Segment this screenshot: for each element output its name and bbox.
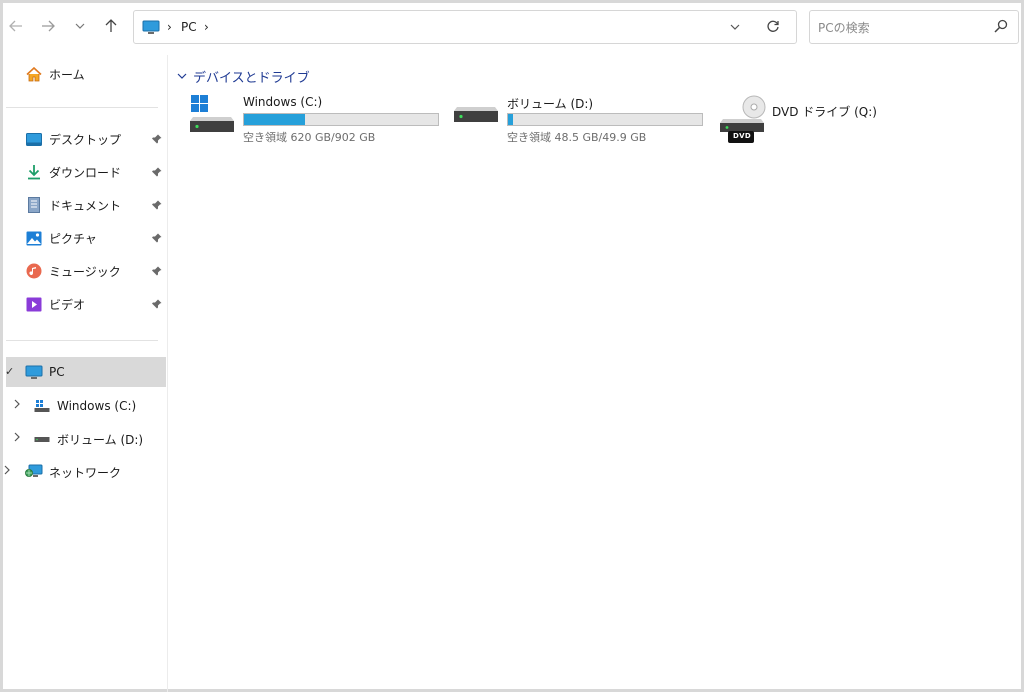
back-arrow-icon[interactable] [5, 15, 27, 37]
sidebar-item-desktop[interactable]: デスクトップ [6, 124, 166, 154]
sidebar-item-label: PC [49, 365, 65, 379]
pin-icon[interactable] [152, 298, 162, 312]
sidebar-item-pictures[interactable]: ピクチャ [6, 223, 166, 253]
expand-chevron-right-icon[interactable] [4, 465, 11, 478]
network-icon [25, 463, 43, 481]
desktop-icon [25, 130, 43, 148]
content-pane: デバイスとドライブ Windows (C:) 空き領域 620 GB/902 G… [169, 55, 1021, 692]
pin-icon[interactable] [152, 232, 162, 246]
pin-icon[interactable] [152, 166, 162, 180]
pictures-icon [25, 229, 43, 247]
sidebar-item-label: ネットワーク [49, 465, 122, 480]
video-icon [25, 295, 43, 313]
home-icon [25, 65, 43, 83]
drive-free-space: 空き領域 620 GB/902 GB [243, 131, 376, 144]
sidebar-item-music[interactable]: ミュージック [6, 256, 166, 286]
drive-usage-fill [244, 114, 305, 125]
drive-tile-dvd-q[interactable]: DVD DVD ドライブ (Q:) [719, 93, 919, 147]
expand-chevron-right-icon[interactable] [14, 432, 21, 445]
drive-usage-bar [243, 113, 439, 126]
drive-name: Windows (C:) [243, 95, 323, 109]
sidebar-item-pc[interactable]: ✓ PC [5, 357, 166, 387]
dvd-badge: DVD [733, 132, 751, 140]
pin-icon[interactable] [152, 133, 162, 147]
sidebar-item-videos[interactable]: ビデオ [6, 289, 166, 319]
breadcrumb-separator[interactable]: › [167, 20, 172, 34]
pin-icon[interactable] [152, 199, 162, 213]
divider [6, 340, 158, 341]
drive-usage-fill [508, 114, 514, 125]
pc-icon [25, 363, 43, 381]
group-title: デバイスとドライブ [193, 71, 310, 86]
address-history-chevron-down-icon[interactable] [730, 19, 740, 34]
pin-icon[interactable] [152, 265, 162, 279]
sidebar-item-network[interactable]: ネットワーク [4, 457, 166, 487]
drive-name: DVD ドライブ (Q:) [772, 105, 877, 119]
sidebar-item-label: ダウンロード [49, 165, 122, 180]
sidebar-item-home[interactable]: ホーム [6, 59, 166, 89]
search-box[interactable] [809, 10, 1019, 44]
pc-icon [142, 20, 160, 38]
drive-free-space: 空き領域 48.5 GB/49.9 GB [507, 131, 647, 144]
search-input[interactable] [818, 18, 988, 38]
address-bar[interactable]: › PC › [133, 10, 797, 44]
recent-locations-chevron-down-icon[interactable] [69, 15, 91, 37]
sidebar-item-label: ドキュメント [49, 198, 122, 213]
sidebar-item-downloads[interactable]: ダウンロード [6, 157, 166, 187]
selected-check-icon: ✓ [5, 365, 15, 378]
windows-drive-icon [189, 95, 235, 136]
refresh-icon[interactable] [766, 17, 780, 38]
search-icon[interactable] [994, 19, 1008, 36]
breadcrumb-separator[interactable]: › [204, 20, 209, 34]
sidebar-item-volume-d[interactable]: ボリューム (D:) [6, 424, 166, 454]
group-header-devices-and-drives[interactable]: デバイスとドライブ [177, 67, 310, 86]
sidebar-item-label: Windows (C:) [57, 399, 137, 413]
sidebar-item-label: ピクチャ [49, 231, 97, 246]
drive-usage-bar [507, 113, 703, 126]
drive-tile-windows-c[interactable]: Windows (C:) 空き領域 620 GB/902 GB [189, 93, 449, 147]
sidebar-item-label: デスクトップ [49, 132, 122, 147]
forward-arrow-icon[interactable] [37, 15, 59, 37]
dvd-drive-icon [719, 95, 769, 148]
sidebar-item-label: ビデオ [49, 297, 86, 312]
sidebar-item-label: ホーム [49, 67, 85, 82]
document-icon [25, 196, 43, 214]
collapse-chevron-down-icon[interactable] [177, 70, 187, 83]
divider [6, 107, 158, 108]
download-icon [25, 163, 43, 181]
sidebar-item-windows-c[interactable]: Windows (C:) [6, 391, 166, 421]
drive-name: ボリューム (D:) [507, 97, 594, 111]
navigation-pane: ホーム デスクトップ ダウンロード ドキュメント ピクチャ ミュージック ビデオ… [4, 55, 168, 692]
sidebar-item-label: ボリューム (D:) [57, 432, 144, 447]
music-icon [25, 262, 43, 280]
sidebar-item-documents[interactable]: ドキュメント [6, 190, 166, 220]
expand-chevron-right-icon[interactable] [14, 399, 21, 412]
drive-icon [453, 105, 499, 134]
file-explorer-window: › PC › ホーム [0, 0, 1024, 692]
sidebar-item-label: ミュージック [49, 264, 121, 279]
drive-icon [33, 430, 51, 448]
drive-tile-volume-d[interactable]: ボリューム (D:) 空き領域 48.5 GB/49.9 GB [453, 93, 713, 147]
up-arrow-icon[interactable] [100, 15, 122, 37]
windows-drive-icon [33, 397, 51, 415]
navigation-bar: › PC › [3, 7, 1021, 47]
breadcrumb-item-pc[interactable]: PC [181, 20, 197, 34]
